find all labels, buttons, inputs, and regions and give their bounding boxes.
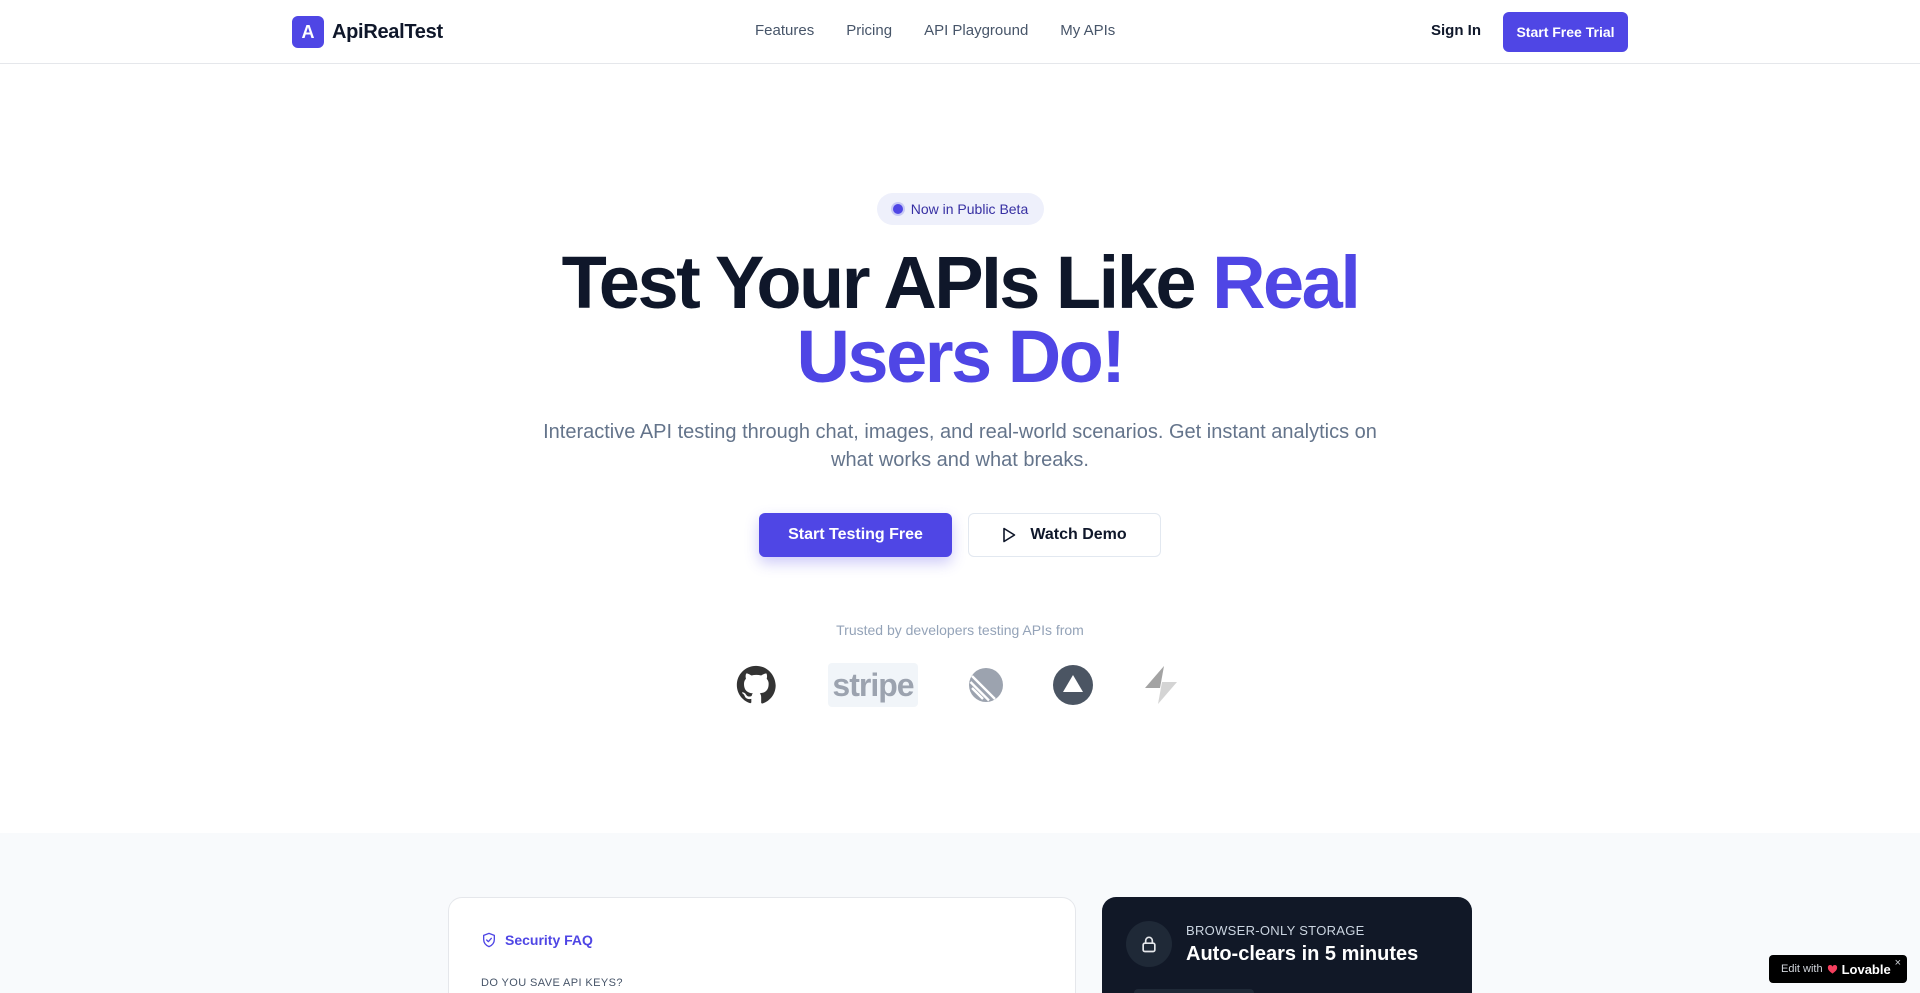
security-faq-card: Security FAQ DO YOU SAVE API KEYS? bbox=[448, 897, 1076, 993]
storage-title: Auto-clears in 5 minutes bbox=[1186, 943, 1419, 965]
github-icon bbox=[735, 663, 777, 707]
lock-icon bbox=[1142, 936, 1156, 953]
beta-dot-icon bbox=[892, 204, 903, 214]
supabase-icon bbox=[1140, 663, 1182, 707]
heart-icon bbox=[1827, 964, 1837, 974]
hero-subtitle: Interactive API testing through chat, im… bbox=[543, 421, 1377, 471]
edit-with-lovable-badge[interactable]: Edit with Lovable × bbox=[1769, 955, 1907, 983]
sign-in-link[interactable]: Sign In bbox=[1431, 22, 1481, 39]
hero-title-plain: Test Your APIs Like bbox=[561, 241, 1213, 324]
nav-my-apis[interactable]: My APIs bbox=[1060, 22, 1115, 39]
top-navbar: A ApiRealTest Features Pricing API Playg… bbox=[0, 0, 1920, 64]
nav-pricing[interactable]: Pricing bbox=[846, 22, 892, 39]
start-testing-free-button[interactable]: Start Testing Free bbox=[759, 513, 952, 557]
trusted-by-text: Trusted by developers testing APIs from bbox=[836, 622, 1084, 638]
storage-kicker: BROWSER-ONLY STORAGE bbox=[1186, 923, 1365, 938]
close-badge-icon[interactable]: × bbox=[1895, 957, 1901, 969]
play-icon bbox=[1003, 527, 1016, 543]
lock-icon-wrapper bbox=[1126, 921, 1172, 967]
storage-text-preview bbox=[1134, 989, 1254, 993]
logo-text: ApiRealTest bbox=[332, 20, 443, 43]
lovable-prefix: Edit with bbox=[1781, 963, 1823, 975]
main-nav: Features Pricing API Playground My APIs bbox=[755, 22, 1115, 39]
watch-demo-label: Watch Demo bbox=[1030, 526, 1127, 543]
browser-storage-card: BROWSER-ONLY STORAGE Auto-clears in 5 mi… bbox=[1102, 897, 1472, 993]
nav-api-playground[interactable]: API Playground bbox=[924, 22, 1028, 39]
watch-demo-button[interactable]: Watch Demo bbox=[968, 513, 1161, 557]
stripe-wordmark: stripe bbox=[832, 666, 914, 703]
security-faq-title: Security FAQ bbox=[505, 932, 593, 948]
nav-features[interactable]: Features bbox=[755, 22, 814, 39]
start-free-trial-button[interactable]: Start Free Trial bbox=[1503, 12, 1628, 52]
stripe-logo: stripe bbox=[828, 663, 918, 707]
beta-badge: Now in Public Beta bbox=[877, 193, 1044, 225]
lovable-brand: Lovable bbox=[1841, 961, 1891, 977]
trusted-logos: stripe bbox=[735, 663, 1185, 707]
logo-mark: A bbox=[292, 16, 324, 48]
security-faq-header: Security FAQ bbox=[481, 932, 593, 948]
shield-icon bbox=[483, 932, 495, 948]
faq-question[interactable]: DO YOU SAVE API KEYS? bbox=[481, 977, 623, 989]
linear-icon bbox=[965, 663, 1007, 707]
vercel-icon bbox=[1052, 663, 1094, 707]
brand-logo[interactable]: A ApiRealTest bbox=[292, 16, 443, 48]
beta-badge-label: Now in Public Beta bbox=[910, 201, 1029, 217]
hero-title: Test Your APIs Like Real Users Do! bbox=[460, 246, 1460, 394]
